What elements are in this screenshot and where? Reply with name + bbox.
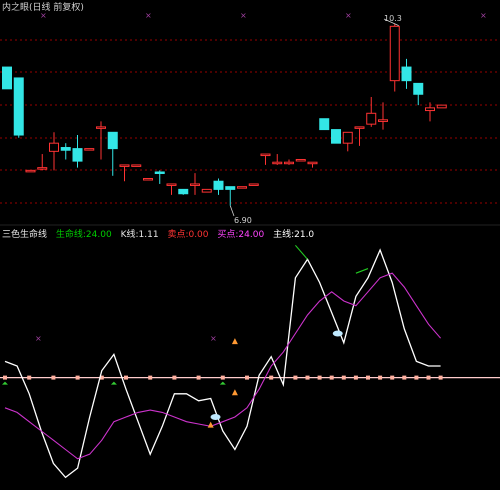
level-marker [245, 375, 249, 380]
stock-chart-window: × × × × × 内之眼(日线 前复权) 10.3 6.90 三色生命线 生命线:24… [0, 0, 500, 490]
level-marker [3, 375, 7, 380]
level-marker [402, 375, 407, 380]
level-marker [51, 375, 56, 380]
level-marker [426, 375, 431, 380]
purple-marker: × [35, 334, 42, 343]
level-marker [378, 375, 383, 380]
level-marker [27, 375, 32, 380]
level-marker [220, 375, 225, 380]
level-marker [172, 375, 177, 380]
signal-dot [210, 414, 221, 421]
level-marker [317, 375, 322, 380]
level-marker [124, 375, 128, 380]
purple-marker: × [210, 334, 217, 343]
signal-dot [332, 330, 343, 337]
level-marker [353, 375, 358, 380]
level-marker [196, 375, 201, 380]
indicator-panel[interactable]: × × [0, 0, 500, 490]
level-marker [390, 375, 395, 380]
buy-arrow-icon [219, 381, 226, 385]
green-line-fragment [355, 268, 369, 274]
level-marker [329, 375, 334, 380]
level-marker [75, 375, 80, 380]
level-marker [414, 375, 419, 380]
level-marker [293, 375, 298, 380]
sell-arrow-icon [207, 421, 214, 428]
sell-arrow-icon [231, 389, 238, 396]
buy-arrow-icon [110, 381, 117, 385]
buy-arrow-icon [2, 381, 8, 385]
level-marker [366, 375, 370, 380]
level-marker [341, 375, 346, 380]
level-marker [305, 375, 310, 380]
level-marker [148, 375, 153, 380]
level-marker [269, 375, 274, 380]
level-marker [438, 375, 443, 380]
sell-arrow-icon [231, 338, 238, 345]
green-line [294, 244, 308, 260]
